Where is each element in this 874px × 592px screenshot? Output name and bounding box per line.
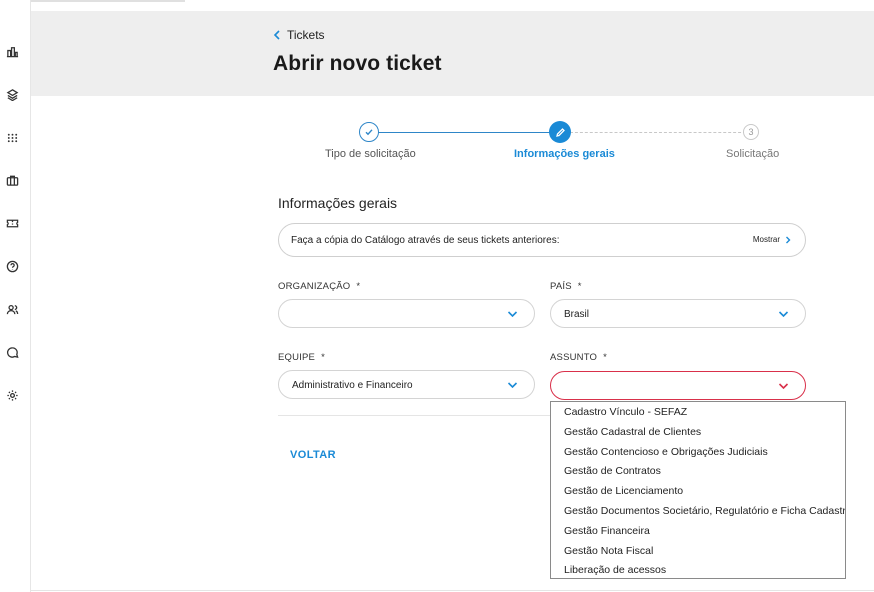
step-2-active-circle xyxy=(549,121,571,143)
bottom-border xyxy=(31,590,874,591)
assunto-option[interactable]: Cadastro Vínculo - SEFAZ xyxy=(551,403,845,423)
catalog-show-label: Mostrar xyxy=(752,235,780,244)
users-icon[interactable] xyxy=(5,302,19,316)
chevron-right-icon xyxy=(786,236,791,243)
equipe-value: Administrativo e Financeiro xyxy=(292,380,413,391)
top-strip xyxy=(31,0,874,11)
assunto-option[interactable]: Gestão Contencioso e Obrigações Judiciai… xyxy=(551,443,845,463)
chat-icon[interactable] xyxy=(5,345,19,359)
step-3-number: 3 xyxy=(743,124,759,140)
chevron-down-icon xyxy=(778,311,789,318)
assunto-option[interactable]: Gestão Nota Fiscal xyxy=(551,542,845,562)
pais-value: Brasil xyxy=(564,309,590,320)
catalog-show-button[interactable]: Mostrar xyxy=(753,235,791,244)
pais-label: PAÍS * xyxy=(550,281,582,292)
stepper-progress-line xyxy=(370,132,550,133)
stepper-pending-line xyxy=(570,132,746,133)
equipe-label: EQUIPE * xyxy=(278,352,326,363)
organizacao-label: ORGANIZAÇÃO * xyxy=(278,281,361,292)
sidebar xyxy=(0,0,31,592)
assunto-option[interactable]: Liberação de acessos xyxy=(551,561,845,581)
section-title: Informações gerais xyxy=(278,195,398,211)
equipe-select[interactable]: Administrativo e Financeiro xyxy=(278,370,535,399)
assunto-dropdown-list: Cadastro Vínculo - SEFAZ Gestão Cadastra… xyxy=(550,401,846,579)
assunto-option[interactable]: Gestão Financeira xyxy=(551,522,845,542)
chevron-down-icon xyxy=(778,383,789,390)
catalog-copy-banner: Faça a cópia do Catálogo através de seus… xyxy=(278,223,806,257)
dashboard-icon[interactable] xyxy=(5,44,19,58)
apps-grid-icon[interactable] xyxy=(5,130,19,144)
step-2-label: Informações gerais xyxy=(514,148,615,160)
assunto-option[interactable]: Gestão Cadastral de Clientes xyxy=(551,423,845,443)
assunto-option[interactable]: Gestão de Licenciamento xyxy=(551,482,845,502)
settings-icon[interactable] xyxy=(5,388,19,402)
step-3-label: Solicitação xyxy=(726,148,780,160)
pencil-icon xyxy=(555,127,565,137)
stepper: 3 Tipo de solicitação Informações gerais… xyxy=(278,120,808,170)
page-header: Tickets Abrir novo ticket xyxy=(31,11,874,96)
assunto-select[interactable] xyxy=(550,371,806,400)
chevron-down-icon xyxy=(507,382,518,389)
assunto-label: ASSUNTO * xyxy=(550,352,608,363)
organizacao-select[interactable] xyxy=(278,299,535,328)
chevron-down-icon xyxy=(507,311,518,318)
back-button[interactable]: VOLTAR xyxy=(290,449,336,461)
ticket-icon[interactable] xyxy=(5,216,19,230)
assunto-option[interactable]: Gestão de Contratos xyxy=(551,462,845,482)
layers-icon[interactable] xyxy=(5,87,19,101)
breadcrumb[interactable]: Tickets xyxy=(273,28,325,42)
catalog-copy-text: Faça a cópia do Catálogo através de seus… xyxy=(291,235,560,246)
check-icon xyxy=(365,129,373,136)
step-1-done-circle xyxy=(359,122,379,142)
chevron-left-icon xyxy=(273,30,280,40)
assunto-option[interactable]: Gestão Documentos Societário, Regulatóri… xyxy=(551,502,845,522)
page-title: Abrir novo ticket xyxy=(273,52,442,75)
breadcrumb-tickets-link[interactable]: Tickets xyxy=(287,28,325,42)
help-icon[interactable] xyxy=(5,259,19,273)
pais-select[interactable]: Brasil xyxy=(550,299,806,328)
step-1-label: Tipo de solicitação xyxy=(325,148,416,160)
briefcase-icon[interactable] xyxy=(5,173,19,187)
